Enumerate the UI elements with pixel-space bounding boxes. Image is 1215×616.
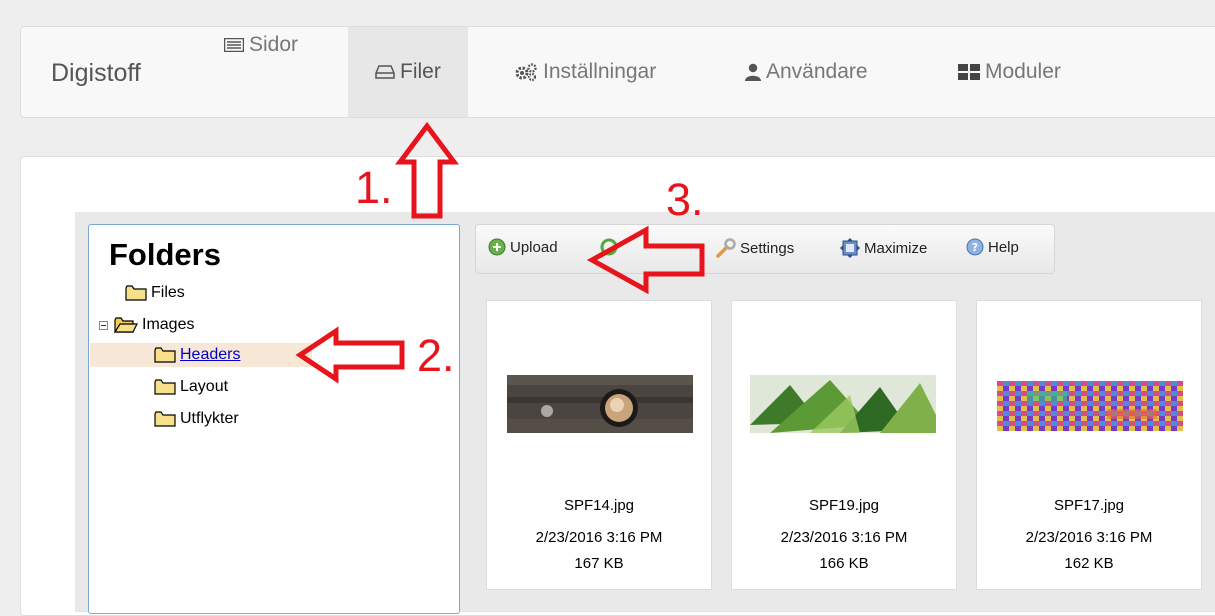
folder-item-layout[interactable]: Layout	[154, 375, 228, 399]
settings-label: Settings	[740, 239, 795, 257]
file-card[interactable]: SPF17.jpg 2/23/2016 3:16 PM 162 KB	[976, 300, 1202, 590]
file-thumbnail	[750, 375, 936, 433]
grid-icon	[958, 64, 980, 80]
help-label: Help	[988, 238, 1019, 256]
folder-icon	[154, 379, 176, 395]
annotation-step-1: 1.	[355, 162, 393, 213]
user-icon	[745, 63, 761, 81]
file-size: 167 KB	[574, 555, 624, 572]
file-name: SPF17.jpg	[1053, 497, 1125, 514]
nav-label-anvandare: Användare	[766, 60, 868, 83]
settings-button[interactable]: Settings	[716, 238, 794, 258]
wrench-icon	[716, 238, 736, 258]
file-card[interactable]: SPF19.jpg 2/23/2016 3:16 PM 166 KB	[731, 300, 957, 590]
file-size: 166 KB	[819, 555, 869, 572]
maximize-button[interactable]: Maximize	[840, 238, 927, 258]
file-toolbar: Upload Settings Maximize ? Help	[475, 224, 1055, 274]
annotation-step-3: 3.	[666, 174, 704, 225]
help-icon: ?	[966, 238, 984, 256]
folder-item-images[interactable]: Images	[99, 313, 194, 337]
folder-label: Layout	[180, 378, 229, 395]
upload-label: Upload	[510, 238, 558, 256]
file-date: 2/23/2016 3:16 PM	[1025, 529, 1153, 546]
nav-item-sidor[interactable]: Sidor	[224, 0, 298, 90]
svg-text:?: ?	[972, 241, 978, 254]
file-thumbnail	[507, 375, 693, 433]
nav-item-anvandare[interactable]: Användare	[745, 27, 868, 117]
nav-item-filer[interactable]: Filer	[348, 27, 468, 117]
annotation-arrow-left-icon	[586, 225, 705, 295]
add-circle-icon	[488, 238, 506, 256]
folder-icon	[154, 411, 176, 427]
annotation-arrow-up-icon	[395, 121, 459, 219]
file-date: 2/23/2016 3:16 PM	[780, 529, 908, 546]
maximize-label: Maximize	[864, 239, 928, 257]
file-card[interactable]: SPF14.jpg 2/23/2016 3:16 PM 167 KB	[486, 300, 712, 590]
nav-item-installningar[interactable]: Inställningar	[514, 27, 656, 117]
file-size: 162 KB	[1064, 555, 1114, 572]
folders-title: Folders	[109, 237, 221, 272]
file-name: SPF19.jpg	[808, 497, 880, 514]
maximize-icon	[840, 238, 860, 258]
nav-label-moduler: Moduler	[985, 60, 1061, 83]
hdd-icon	[375, 65, 395, 79]
folder-item-headers[interactable]: Headers	[90, 343, 312, 367]
nav-label-installningar: Inställningar	[543, 60, 657, 83]
upload-button[interactable]: Upload	[488, 238, 558, 256]
folder-label: Images	[142, 316, 195, 333]
file-date: 2/23/2016 3:16 PM	[535, 529, 663, 546]
nav-label-filer: Filer	[400, 60, 441, 83]
nav-label-sidor: Sidor	[249, 33, 299, 56]
folder-label: Headers	[180, 346, 241, 363]
annotation-arrow-left-icon	[295, 326, 405, 384]
open-folder-icon	[114, 317, 138, 333]
brand-logo[interactable]: Digistoff	[51, 59, 141, 88]
file-thumbnail	[997, 381, 1183, 431]
cogs-icon	[515, 63, 537, 81]
folders-panel: Folders Files Images Headers Layout Utfl…	[88, 224, 460, 614]
collapse-toggle-icon[interactable]	[99, 320, 108, 330]
list-icon	[224, 38, 244, 52]
annotation-step-2: 2.	[417, 330, 455, 381]
folder-icon	[154, 347, 176, 363]
folder-icon	[125, 285, 147, 301]
help-button[interactable]: ? Help	[966, 238, 1019, 256]
nav-item-moduler[interactable]: Moduler	[958, 27, 1061, 117]
folder-item-files[interactable]: Files	[125, 281, 185, 305]
file-name: SPF14.jpg	[563, 497, 635, 514]
folder-label: Utflykter	[180, 410, 239, 427]
folder-item-utflykter[interactable]: Utflykter	[154, 407, 239, 431]
folder-label: Files	[151, 284, 185, 301]
